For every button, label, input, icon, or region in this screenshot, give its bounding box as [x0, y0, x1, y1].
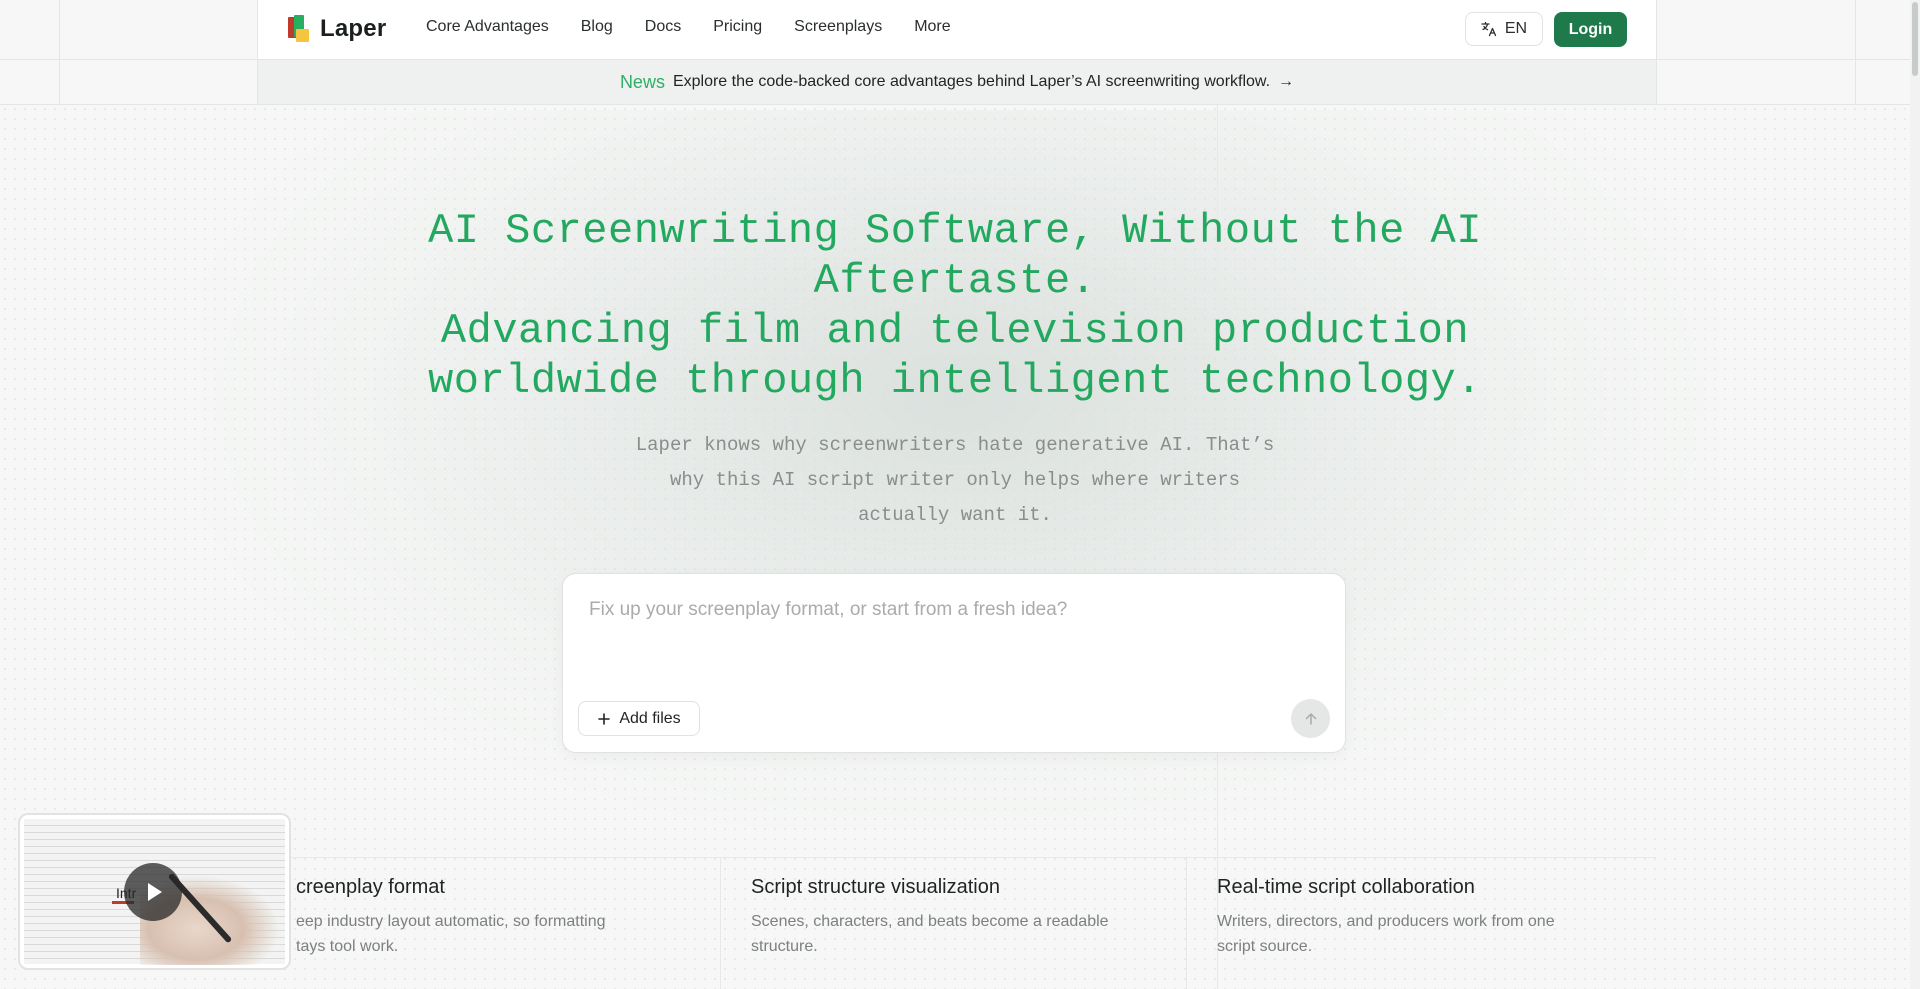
main-nav: Core Advantages Blog Docs Pricing Screen… — [426, 18, 951, 36]
scrollbar-thumb[interactable] — [1912, 2, 1918, 76]
features-divider — [258, 857, 1656, 858]
play-icon — [148, 883, 162, 901]
arrow-up-icon — [1305, 712, 1316, 725]
nav-pricing[interactable]: Pricing — [713, 18, 762, 36]
feature-desc-line: script source. — [1217, 938, 1313, 955]
send-button[interactable] — [1291, 699, 1330, 738]
feature-divider — [720, 858, 721, 989]
hero-title-line: AI Screenwriting Software, Without the A… — [428, 207, 1482, 255]
news-banner[interactable]: News Explore the code-backed core advant… — [258, 60, 1656, 104]
login-button[interactable]: Login — [1554, 12, 1627, 47]
page-scrollbar[interactable] — [1910, 0, 1920, 989]
intro-video-thumbnail[interactable]: Intr — [18, 813, 291, 970]
nav-screenplays[interactable]: Screenplays — [794, 18, 882, 36]
language-label: EN — [1504, 20, 1528, 37]
nav-core-advantages[interactable]: Core Advantages — [426, 18, 549, 36]
feature-description: Scenes, characters, and beats become a r… — [751, 909, 1171, 959]
nav-blog[interactable]: Blog — [581, 18, 613, 36]
feature-desc-line: eep industry layout automatic, so format… — [296, 913, 606, 930]
feature-screenplay-format: creenplay format eep industry layout aut… — [296, 876, 716, 959]
feature-desc-line: Writers, directors, and producers work f… — [1217, 913, 1555, 930]
hero-subtitle-line: Laper knows why screenwriters hate gener… — [635, 434, 1275, 456]
news-tag: News — [619, 71, 665, 92]
grid-divider — [1855, 0, 1856, 104]
feature-title: creenplay format — [296, 876, 445, 898]
feature-title: Real-time script collaboration — [1217, 876, 1475, 898]
add-files-button[interactable]: Add files — [578, 701, 700, 736]
feature-desc-line: tays tool work. — [296, 938, 399, 955]
translate-icon — [1481, 21, 1497, 37]
play-button[interactable] — [124, 863, 182, 921]
feature-divider — [1186, 858, 1187, 989]
feature-collaboration: Real-time script collaboration Writers, … — [1217, 876, 1637, 959]
top-navigation-bar: Laper Core Advantages Blog Docs Pricing … — [258, 0, 1656, 59]
language-selector[interactable]: EN — [1465, 12, 1543, 46]
hero-subtitle: Laper knows why screenwriters hate gener… — [580, 428, 1330, 533]
nav-docs[interactable]: Docs — [645, 18, 681, 36]
hero-subtitle-line: actually want it. — [858, 504, 1052, 526]
brand-logo[interactable]: Laper — [286, 13, 386, 45]
news-text: Explore the code-backed core advantages … — [672, 73, 1271, 90]
news-grid-line — [0, 104, 1920, 105]
plus-icon — [598, 712, 611, 725]
prompt-box: Add files — [562, 573, 1346, 753]
grid-divider — [1656, 0, 1657, 104]
logo-icon — [286, 14, 312, 44]
feature-script-structure: Script structure visualization Scenes, c… — [751, 876, 1171, 959]
hero-title-line: Advancing film and television production — [440, 307, 1470, 355]
feature-description: Writers, directors, and producers work f… — [1217, 909, 1637, 959]
hero-subtitle-line: why this AI script writer only helps whe… — [669, 469, 1241, 491]
hero-title-line: Aftertaste. — [813, 257, 1097, 305]
arrow-right-icon: → — [1278, 73, 1295, 90]
nav-more[interactable]: More — [914, 18, 950, 36]
feature-description: eep industry layout automatic, so format… — [296, 909, 716, 959]
add-files-label: Add files — [619, 709, 681, 727]
feature-desc-line: structure. — [751, 938, 818, 955]
hero-title-line: worldwide through intelligent technology… — [428, 357, 1482, 405]
hero-title: AI Screenwriting Software, Without the A… — [340, 206, 1570, 406]
prompt-input[interactable] — [587, 598, 1311, 622]
brand-name: Laper — [320, 15, 387, 42]
grid-divider — [59, 0, 60, 104]
feature-desc-line: Scenes, characters, and beats become a r… — [751, 913, 1109, 930]
feature-title: Script structure visualization — [751, 876, 1000, 898]
